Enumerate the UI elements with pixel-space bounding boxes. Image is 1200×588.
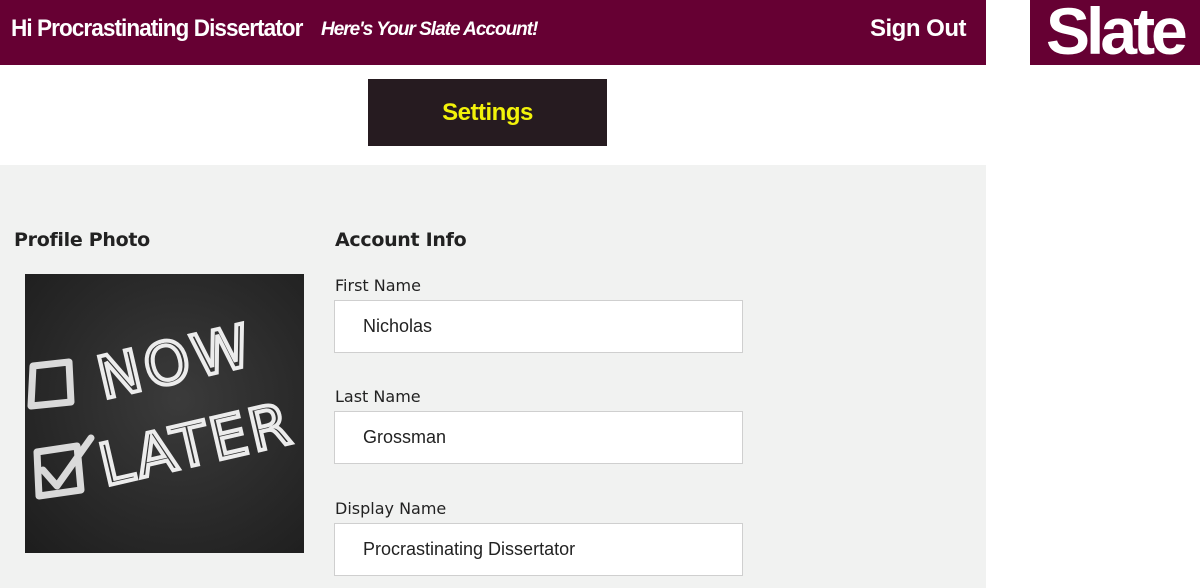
empty-checkbox-icon bbox=[27, 358, 75, 410]
top-bar: Hi Procrastinating Dissertator Here's Yo… bbox=[0, 0, 986, 65]
chalkboard-image: NOW LATER bbox=[27, 309, 301, 502]
logo-text: Slate bbox=[1046, 0, 1188, 65]
photo-word-now: NOW bbox=[91, 311, 261, 413]
first-name-field[interactable] bbox=[334, 300, 743, 353]
account-tagline: Here's Your Slate Account! bbox=[321, 19, 538, 40]
profile-photo-heading: Profile Photo bbox=[14, 229, 150, 251]
display-name-label: Display Name bbox=[335, 499, 447, 518]
last-name-label: Last Name bbox=[335, 387, 421, 406]
account-info-heading: Account Info bbox=[335, 229, 467, 251]
tab-settings[interactable]: Settings bbox=[368, 79, 607, 146]
settings-panel: Profile Photo NOW LATER Account Info Fir… bbox=[0, 165, 986, 588]
display-name-field[interactable] bbox=[334, 523, 743, 576]
slate-logo[interactable]: Slate bbox=[1030, 0, 1200, 65]
last-name-field[interactable] bbox=[334, 411, 743, 464]
sign-out-link[interactable]: Sign Out bbox=[870, 14, 966, 44]
greeting-text: Hi Procrastinating Dissertator bbox=[11, 15, 303, 42]
profile-photo[interactable]: NOW LATER bbox=[25, 274, 304, 553]
first-name-label: First Name bbox=[335, 276, 421, 295]
